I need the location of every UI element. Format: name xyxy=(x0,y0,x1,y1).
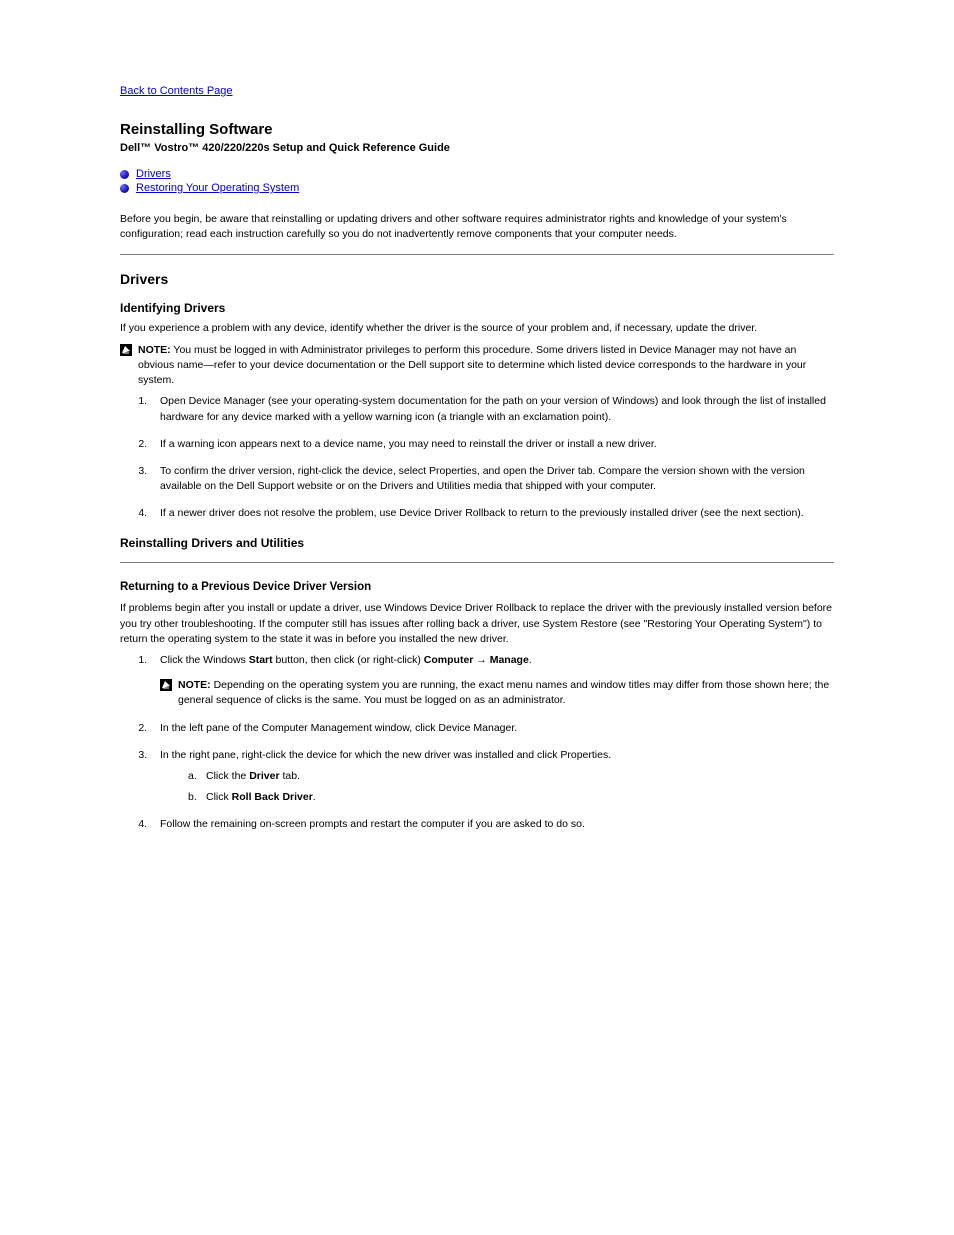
toc-item-drivers[interactable]: Drivers xyxy=(120,168,834,180)
note-icon xyxy=(160,679,172,691)
back-to-contents-link[interactable]: Back to Contents Page xyxy=(120,85,834,97)
rollback-step-3b: b.Click Roll Back Driver. xyxy=(188,790,834,805)
note-block: NOTE: You must be logged in with Adminis… xyxy=(120,343,834,389)
doc-subtitle: Dell™ Vostro™ 420/220/220s Setup and Qui… xyxy=(120,142,834,154)
note-block: NOTE: Depending on the operating system … xyxy=(160,678,834,708)
note-label: NOTE: xyxy=(138,344,171,356)
subsection-identifying-drivers: Identifying Drivers xyxy=(120,301,834,315)
identifying-drivers-intro: If you experience a problem with any dev… xyxy=(120,321,834,336)
step-3: To confirm the driver version, right-cli… xyxy=(150,464,834,494)
rollback-step-1: Click the Windows Start button, then cli… xyxy=(150,653,834,709)
rollback-intro: If problems begin after you install or u… xyxy=(120,601,834,647)
rollback-step-4: Follow the remaining on-screen prompts a… xyxy=(150,817,834,832)
subsection-reinstalling-drivers: Reinstalling Drivers and Utilities xyxy=(120,536,834,550)
rollback-steps: Click the Windows Start button, then cli… xyxy=(120,653,834,833)
rollback-step-3a: a.Click the Driver tab. xyxy=(188,769,834,784)
step-1: Open Device Manager (see your operating-… xyxy=(150,394,834,424)
rollback-step-3: In the right pane, right-click the devic… xyxy=(150,748,834,806)
rollback-step-2: In the left pane of the Computer Managem… xyxy=(150,721,834,736)
note-label: NOTE: xyxy=(178,679,211,691)
intro-paragraph: Before you begin, be aware that reinstal… xyxy=(120,212,834,242)
rollback-heading: Returning to a Previous Device Driver Ve… xyxy=(120,579,834,596)
note-body: You must be logged in with Administrator… xyxy=(138,344,806,386)
section-divider xyxy=(120,562,834,563)
note-icon xyxy=(120,344,132,356)
section-divider xyxy=(120,254,834,255)
toc-item-restoring-os[interactable]: Restoring Your Operating System xyxy=(120,182,834,194)
note-body: Depending on the operating system you ar… xyxy=(178,679,829,706)
step-2: If a warning icon appears next to a devi… xyxy=(150,437,834,452)
page-title: Reinstalling Software xyxy=(120,121,834,138)
section-drivers-heading: Drivers xyxy=(120,271,834,287)
table-of-contents: Drivers Restoring Your Operating System xyxy=(120,168,834,194)
step-4: If a newer driver does not resolve the p… xyxy=(150,506,834,521)
identify-driver-steps: Open Device Manager (see your operating-… xyxy=(120,394,834,521)
